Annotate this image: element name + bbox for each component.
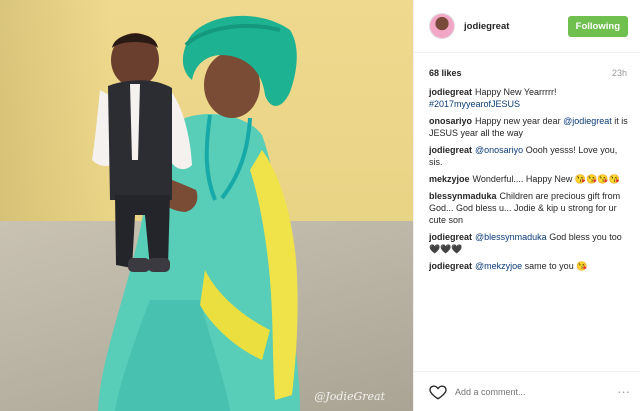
comment-username[interactable]: jodiegreat: [429, 261, 472, 271]
comment-link[interactable]: @blessynmaduka: [475, 232, 547, 242]
comment-username[interactable]: mekzyjoe: [429, 174, 470, 184]
comment-username[interactable]: jodiegreat: [429, 87, 472, 97]
comment-text: Happy new year dear: [475, 116, 564, 126]
comment-link[interactable]: @jodiegreat: [563, 116, 612, 126]
post-header: jodiegreat Following: [414, 0, 640, 53]
heart-icon[interactable]: [429, 383, 447, 401]
post-footer: ···: [414, 371, 640, 411]
comment-link[interactable]: #2017myyearofJESUS: [429, 99, 520, 109]
comment-item: jodiegreat @blessynmaduka God bless you t…: [429, 231, 628, 255]
likes-count[interactable]: 68 likes: [429, 68, 462, 78]
post-side-panel: jodiegreat Following 68 likes 23h jodieg…: [413, 0, 640, 411]
comment-item: onosariyo Happy new year dear @jodiegreat…: [429, 115, 628, 139]
comment-item: jodiegreat @mekzyjoe same to you 😘: [429, 260, 628, 272]
comments-list: jodiegreat Happy New Yearrrrr! #2017myyea…: [414, 86, 640, 371]
comment-username[interactable]: jodiegreat: [429, 232, 472, 242]
add-comment-input[interactable]: [455, 386, 617, 397]
photo-subjects: [92, 15, 300, 411]
comment-username[interactable]: onosariyo: [429, 116, 472, 126]
avatar[interactable]: [429, 13, 455, 39]
post-photo[interactable]: @JodieGreat: [0, 0, 413, 411]
following-button[interactable]: Following: [567, 15, 628, 37]
comment-username[interactable]: blessynmaduka: [429, 191, 497, 201]
comment-text: Happy New Yearrrrr!: [475, 87, 557, 97]
comment-username[interactable]: jodiegreat: [429, 145, 472, 155]
post-meta: 68 likes 23h: [414, 53, 640, 86]
comment-text: Wonderful.... Happy New 😘😘😘😘: [472, 174, 620, 184]
comment-item: jodiegreat @onosariyo Oooh yesss! Love yo…: [429, 144, 628, 168]
comment-item: jodiegreat Happy New Yearrrrr! #2017myyea…: [429, 86, 628, 110]
post-time[interactable]: 23h: [612, 68, 627, 78]
comment-link[interactable]: @mekzyjoe: [475, 261, 522, 271]
comment-link[interactable]: @onosariyo: [475, 145, 523, 155]
instagram-post: @JodieGreat jodiegreat Following 68 like…: [0, 0, 640, 411]
username[interactable]: jodiegreat: [464, 21, 568, 32]
comment-item: blessynmaduka Children are precious gift …: [429, 190, 628, 226]
comment-item: mekzyjoe Wonderful.... Happy New 😘😘😘😘: [429, 173, 628, 185]
more-options-icon[interactable]: ···: [617, 384, 630, 399]
photo-watermark: @JodieGreat: [314, 390, 385, 403]
comment-text: same to you 😘: [522, 261, 588, 271]
